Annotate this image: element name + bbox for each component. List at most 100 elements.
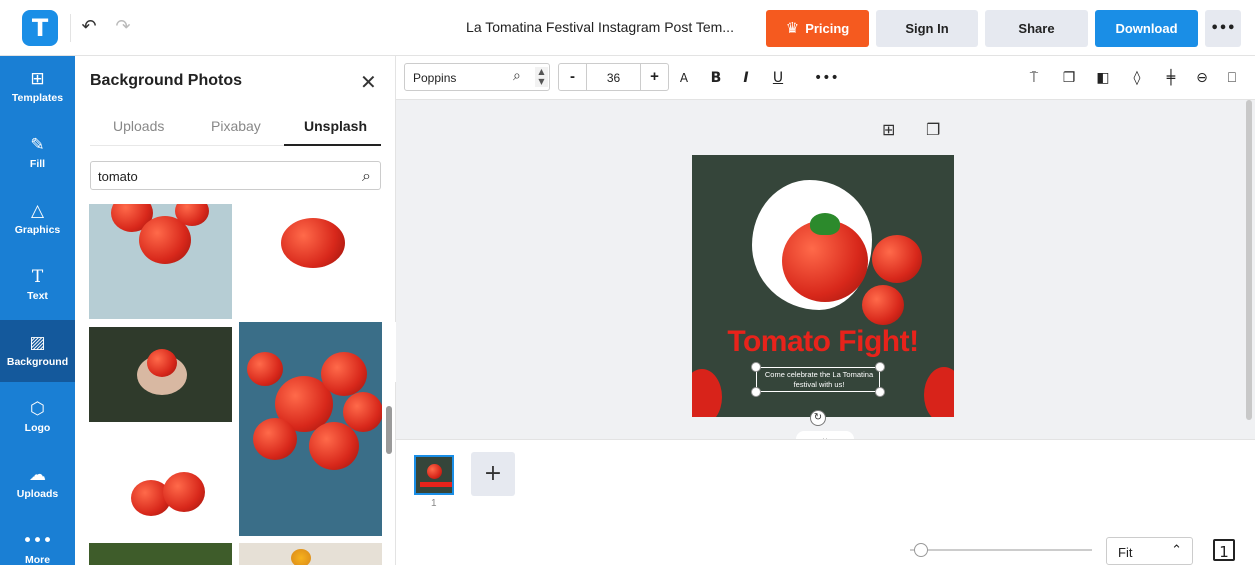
photo-tomato-plant[interactable] — [89, 543, 232, 565]
nav-label: More — [24, 554, 51, 565]
canvas-scrollbar[interactable] — [1246, 100, 1252, 420]
italic-icon[interactable]: I — [736, 68, 756, 88]
tomato-shape — [281, 218, 345, 268]
photo-tomatoes-in-bowl[interactable] — [239, 322, 382, 536]
more-menu-button[interactable]: ••• — [1205, 10, 1241, 47]
page-thumbnail[interactable] — [414, 455, 454, 495]
redo-icon[interactable]: ↷ — [112, 16, 134, 38]
photo-search[interactable]: ⌕ — [90, 161, 381, 190]
font-search-icon[interactable]: ⌕ — [513, 68, 521, 84]
resize-handle[interactable] — [875, 387, 885, 397]
splat-graphic — [924, 367, 954, 417]
top-bar: T ↶ ↷ La Tomatina Festival Instagram Pos… — [0, 0, 1255, 56]
font-family-select[interactable]: Poppins ⌕ ▲ ▼ — [404, 63, 550, 91]
nav-more[interactable]: ••• More — [0, 518, 75, 565]
document-title[interactable]: La Tomatina Festival Instagram Post Tem.… — [440, 19, 760, 35]
photo-yellow-tomato[interactable] — [239, 543, 382, 565]
zoom-slider[interactable] — [910, 549, 1092, 551]
nav-graphics[interactable]: △ Graphics — [0, 188, 75, 250]
tomato-shape — [247, 352, 283, 386]
nav-label: Text — [27, 290, 48, 302]
pricing-label: Pricing — [805, 21, 850, 36]
link-icon[interactable]: ⊖ — [1192, 68, 1212, 88]
zoom-slider-handle[interactable] — [914, 543, 928, 557]
photo-tomatoes-on-blue[interactable] — [89, 204, 232, 319]
copy-style-icon[interactable]: ❐ — [1059, 68, 1079, 88]
nav-logo[interactable]: ⬡ Logo — [0, 386, 75, 448]
panel-scrollbar[interactable] — [386, 406, 392, 454]
font-size-stepper: - 36 + — [558, 63, 669, 91]
design-headline[interactable]: Tomato Fight! — [692, 325, 954, 359]
font-spinner-icon[interactable]: ▲ ▼ — [535, 67, 548, 87]
photo-grid — [89, 204, 383, 565]
increase-size-button[interactable]: + — [640, 64, 668, 90]
design-subtext[interactable]: Come celebrate the La Tomatina festival … — [757, 370, 881, 390]
tomato-shape — [253, 418, 297, 460]
tomato-shape — [163, 472, 205, 512]
trash-icon[interactable]: ⎕ — [1222, 68, 1242, 88]
tomato-shape — [309, 422, 359, 470]
resize-handle[interactable] — [751, 362, 761, 372]
underline-icon[interactable]: U — [768, 68, 788, 88]
tomato-leaf-graphic — [810, 213, 840, 235]
layer-order-icon[interactable]: ◧ — [1093, 68, 1113, 88]
more-options-icon[interactable]: ••• — [814, 68, 839, 88]
nav-label: Uploads — [16, 488, 59, 500]
add-page-icon[interactable]: ⊞ — [882, 120, 895, 139]
font-size-value[interactable]: 36 — [587, 71, 640, 85]
text-toolbar: Poppins ⌕ ▲ ▼ - 36 + A B I U ••• ⍑ ❐ ◧ ◊ … — [396, 56, 1255, 100]
nav-templates[interactable]: ⊞ Templates — [0, 56, 75, 118]
text-color-icon[interactable]: A — [674, 68, 694, 88]
download-button[interactable]: Download — [1095, 10, 1198, 47]
tab-unsplash[interactable]: Unsplash — [304, 118, 367, 134]
tab-pixabay[interactable]: Pixabay — [211, 118, 261, 134]
templates-icon: ⊞ — [30, 69, 45, 89]
nav-label: Graphics — [14, 224, 61, 236]
decrease-size-button[interactable]: - — [559, 64, 587, 90]
nav-background[interactable]: ▨ Background — [0, 320, 75, 382]
panel-title: Background Photos — [90, 72, 243, 89]
opacity-icon[interactable]: ◊ — [1127, 68, 1147, 88]
splat-graphic — [692, 369, 722, 417]
share-button[interactable]: Share — [985, 10, 1088, 47]
pencil-icon: ✎ — [30, 135, 45, 155]
nav-text[interactable]: T Text — [0, 254, 75, 316]
font-name: Poppins — [413, 71, 457, 85]
more-icon: ••• — [22, 531, 53, 551]
background-icon: ▨ — [29, 333, 46, 353]
search-input[interactable] — [98, 167, 338, 185]
chevron-up-icon: ⌃ — [1171, 543, 1182, 558]
bold-icon[interactable]: B — [706, 68, 726, 88]
photo-hands-holding-tomatoes[interactable] — [89, 327, 232, 422]
active-tab-indicator — [284, 144, 381, 146]
sign-in-button[interactable]: Sign In — [876, 10, 978, 47]
tomato-shape — [147, 349, 177, 377]
app-logo[interactable]: T — [22, 10, 58, 46]
zoom-select[interactable]: Fit ⌃ — [1106, 537, 1193, 565]
rotate-handle-icon[interactable]: ↻ — [810, 410, 826, 426]
nav-fill[interactable]: ✎ Fill — [0, 122, 75, 184]
align-icon[interactable]: ╪ — [1161, 68, 1181, 88]
close-icon[interactable]: ✕ — [360, 70, 377, 94]
nav-label: Templates — [11, 92, 64, 104]
photo-two-tomatoes[interactable] — [89, 430, 232, 536]
search-icon[interactable]: ⌕ — [362, 166, 371, 186]
left-nav: ⊞ Templates ✎ Fill △ Graphics T Text ▨ B… — [0, 56, 75, 565]
undo-icon[interactable]: ↶ — [78, 16, 100, 38]
resize-handle[interactable] — [751, 387, 761, 397]
zoom-value: Fit — [1118, 545, 1133, 560]
subtext-selection-box[interactable]: Come celebrate the La Tomatina festival … — [756, 367, 880, 392]
duplicate-page-icon[interactable]: ❐ — [926, 120, 940, 139]
logo-icon: ⬡ — [30, 399, 45, 419]
tab-uploads[interactable]: Uploads — [113, 118, 164, 134]
add-page-button[interactable]: + — [471, 452, 515, 496]
nav-uploads[interactable]: ☁ Uploads — [0, 452, 75, 514]
page-count-icon[interactable]: 1 — [1213, 539, 1235, 561]
tomato-shape — [321, 352, 367, 396]
design-canvas[interactable]: Tomato Fight! Come celebrate the La Toma… — [692, 155, 954, 417]
paint-roller-icon[interactable]: ⍑ — [1024, 68, 1044, 88]
photo-tomato-half[interactable] — [239, 204, 382, 319]
nav-label: Background — [6, 356, 69, 368]
pricing-button[interactable]: ♛ Pricing — [766, 10, 869, 47]
resize-handle[interactable] — [875, 362, 885, 372]
